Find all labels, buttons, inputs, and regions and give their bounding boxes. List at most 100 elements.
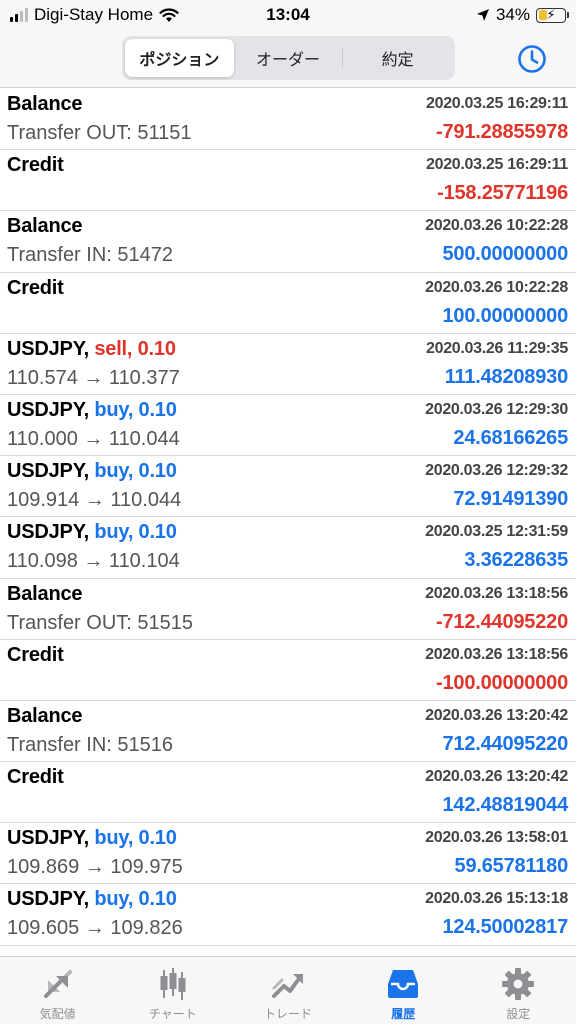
history-timestamp: 2020.03.25 16:29:11 bbox=[426, 95, 568, 112]
history-title: Credit bbox=[7, 766, 64, 789]
trade-side: buy, 0.10 bbox=[94, 460, 177, 483]
history-timestamp: 2020.03.26 13:20:42 bbox=[425, 768, 568, 786]
tab-quotes[interactable]: 気配値 bbox=[0, 957, 115, 1024]
history-timestamp: 2020.03.26 12:29:32 bbox=[425, 462, 568, 480]
history-symbol: Credit bbox=[7, 276, 64, 299]
battery-percent: 34% bbox=[495, 5, 530, 24]
history-timestamp: 2020.03.26 13:20:42 bbox=[425, 706, 568, 724]
tab-label: 履歴 bbox=[391, 1007, 416, 1021]
history-timestamp: 2020.03.26 15:13:18 bbox=[425, 890, 568, 908]
history-title: Credit bbox=[7, 154, 64, 177]
nav-bar: ポジション オーダー 約定 bbox=[0, 30, 576, 88]
history-row[interactable]: Balance 2020.03.25 16:29:11 Transfer OUT: … bbox=[0, 89, 576, 151]
history-title: USDJPY, buy, 0.10 bbox=[7, 399, 177, 422]
history-filter-segmented-control: ポジション オーダー 約定 bbox=[122, 36, 455, 80]
history-row[interactable]: Balance 2020.03.26 13:20:42 Transfer IN: 5… bbox=[0, 701, 576, 763]
history-amount: 500.00000000 bbox=[442, 243, 568, 266]
history-symbol: USDJPY, bbox=[7, 337, 89, 360]
history-detail: Transfer OUT: 51515 bbox=[7, 611, 194, 634]
history-timestamp: 2020.03.26 13:18:56 bbox=[425, 584, 568, 602]
history-title: Credit bbox=[7, 644, 64, 667]
history-amount: 712.44095220 bbox=[442, 732, 568, 755]
history-row[interactable]: USDJPY, buy, 0.10 2020.03.25 12:31:59 110.… bbox=[0, 517, 576, 579]
history-row[interactable]: USDJPY, buy, 0.10 2020.03.26 13:58:01 109.… bbox=[0, 823, 576, 885]
history-symbol: Balance bbox=[7, 704, 83, 727]
history-amount: 3.36228635 bbox=[464, 549, 568, 572]
segment-orders[interactable]: オーダー bbox=[234, 39, 343, 77]
history-detail: Transfer OUT: 51151 bbox=[7, 122, 192, 144]
history-amount: -158.25771196 bbox=[437, 182, 568, 205]
history-detail: 109.914 → 110.044 bbox=[7, 489, 182, 512]
history-timestamp: 2020.03.26 13:18:56 bbox=[425, 645, 568, 663]
segment-deals[interactable]: 約定 bbox=[343, 39, 452, 77]
history-symbol: Credit bbox=[7, 766, 64, 789]
history-row[interactable]: USDJPY, buy, 0.10 2020.03.26 15:13:18 109.… bbox=[0, 884, 576, 946]
history-detail: 110.098 → 110.104 bbox=[7, 550, 180, 573]
location-arrow-icon bbox=[476, 9, 489, 21]
history-amount: 124.50002817 bbox=[442, 916, 568, 939]
clock-icon[interactable] bbox=[516, 43, 548, 75]
history-timestamp: 2020.03.25 16:29:11 bbox=[426, 156, 568, 174]
quotes-icon bbox=[43, 970, 72, 998]
candlestick-icon bbox=[160, 968, 186, 1000]
history-symbol: USDJPY, bbox=[7, 521, 89, 544]
history-symbol: USDJPY, bbox=[7, 888, 89, 911]
tab-label: 設定 bbox=[506, 1007, 531, 1021]
history-list: Balance 2020.03.25 16:29:11 Transfer OUT: … bbox=[0, 89, 576, 956]
history-row[interactable]: Balance 2020.03.26 10:22:28 Transfer IN: 5… bbox=[0, 211, 576, 273]
tab-chart[interactable]: チャート bbox=[115, 957, 230, 1024]
history-title: USDJPY, buy, 0.10 bbox=[7, 827, 177, 850]
history-amount: 142.48819044 bbox=[442, 794, 568, 817]
history-amount: 111.48208930 bbox=[444, 365, 569, 388]
tab-label: チャート bbox=[148, 1007, 197, 1021]
history-detail: 110.574 → 110.377 bbox=[7, 366, 180, 389]
tab-bar: 気配値 チャート トレード 履歴 設定 bbox=[0, 956, 576, 1024]
trade-side: sell, 0.10 bbox=[94, 337, 176, 360]
history-amount: 59.65781180 bbox=[454, 855, 569, 878]
tab-settings[interactable]: 設定 bbox=[461, 957, 576, 1024]
trade-side: buy, 0.10 bbox=[94, 521, 177, 544]
tab-label: トレード bbox=[264, 1007, 313, 1021]
history-title: Credit bbox=[7, 277, 64, 300]
history-title: Balance bbox=[7, 215, 83, 238]
segment-positions[interactable]: ポジション bbox=[125, 39, 234, 77]
history-row[interactable]: Credit 2020.03.26 10:22:28 100.00000000 bbox=[0, 273, 576, 334]
trade-side: buy, 0.10 bbox=[94, 827, 177, 850]
history-symbol: Credit bbox=[7, 643, 64, 666]
trade-side: buy, 0.10 bbox=[94, 398, 177, 421]
tab-trade[interactable]: トレード bbox=[230, 957, 345, 1024]
history-symbol: USDJPY, bbox=[7, 460, 89, 483]
history-amount: 100.00000000 bbox=[442, 304, 568, 327]
history-detail: 110.000 → 110.044 bbox=[7, 427, 180, 450]
history-row[interactable]: Credit 2020.03.25 16:29:11 -158.25771196 bbox=[0, 150, 576, 212]
history-detail: 109.869 → 109.975 bbox=[7, 856, 183, 879]
status-bar: Digi-Stay Home 13:04 34% ⚡ bbox=[0, 0, 576, 30]
history-row[interactable]: USDJPY, sell, 0.10 2020.03.26 11:29:35 110… bbox=[0, 334, 576, 395]
tab-history[interactable]: 履歴 bbox=[346, 957, 461, 1024]
history-title: USDJPY, sell, 0.10 bbox=[7, 338, 176, 361]
trade-icon bbox=[272, 974, 303, 998]
history-amount: 72.91491390 bbox=[453, 488, 568, 511]
history-amount: -791.28855978 bbox=[436, 121, 568, 143]
history-row[interactable]: Balance 2020.03.26 13:18:56 Transfer OUT: … bbox=[0, 579, 576, 640]
history-amount: -100.00000000 bbox=[436, 671, 568, 694]
history-amount: -712.44095220 bbox=[436, 610, 568, 633]
history-detail: Transfer IN: 51516 bbox=[7, 733, 174, 756]
trade-side: buy, 0.10 bbox=[94, 888, 177, 911]
history-timestamp: 2020.03.26 10:22:28 bbox=[425, 278, 568, 296]
history-row[interactable]: Credit 2020.03.26 13:18:56 -100.00000000 bbox=[0, 640, 576, 701]
history-row[interactable]: Credit 2020.03.26 13:20:42 142.48819044 bbox=[0, 762, 576, 824]
history-symbol: Balance bbox=[7, 93, 83, 115]
history-symbol: Balance bbox=[7, 215, 83, 238]
gear-icon bbox=[502, 968, 535, 1000]
history-title: Balance bbox=[7, 93, 83, 116]
history-row[interactable]: USDJPY, buy, 0.10 2020.03.26 12:29:32 109.… bbox=[0, 456, 576, 518]
history-title: USDJPY, buy, 0.10 bbox=[7, 521, 177, 544]
history-timestamp: 2020.03.26 12:29:30 bbox=[425, 400, 568, 418]
history-symbol: USDJPY, bbox=[7, 827, 89, 850]
history-timestamp: 2020.03.26 10:22:28 bbox=[425, 217, 568, 235]
history-title: USDJPY, buy, 0.10 bbox=[7, 460, 177, 483]
history-row[interactable]: USDJPY, buy, 0.10 2020.03.26 12:29:30 110.… bbox=[0, 395, 576, 457]
history-detail: 109.605 → 109.826 bbox=[7, 917, 183, 940]
history-detail: Transfer IN: 51472 bbox=[7, 244, 174, 267]
